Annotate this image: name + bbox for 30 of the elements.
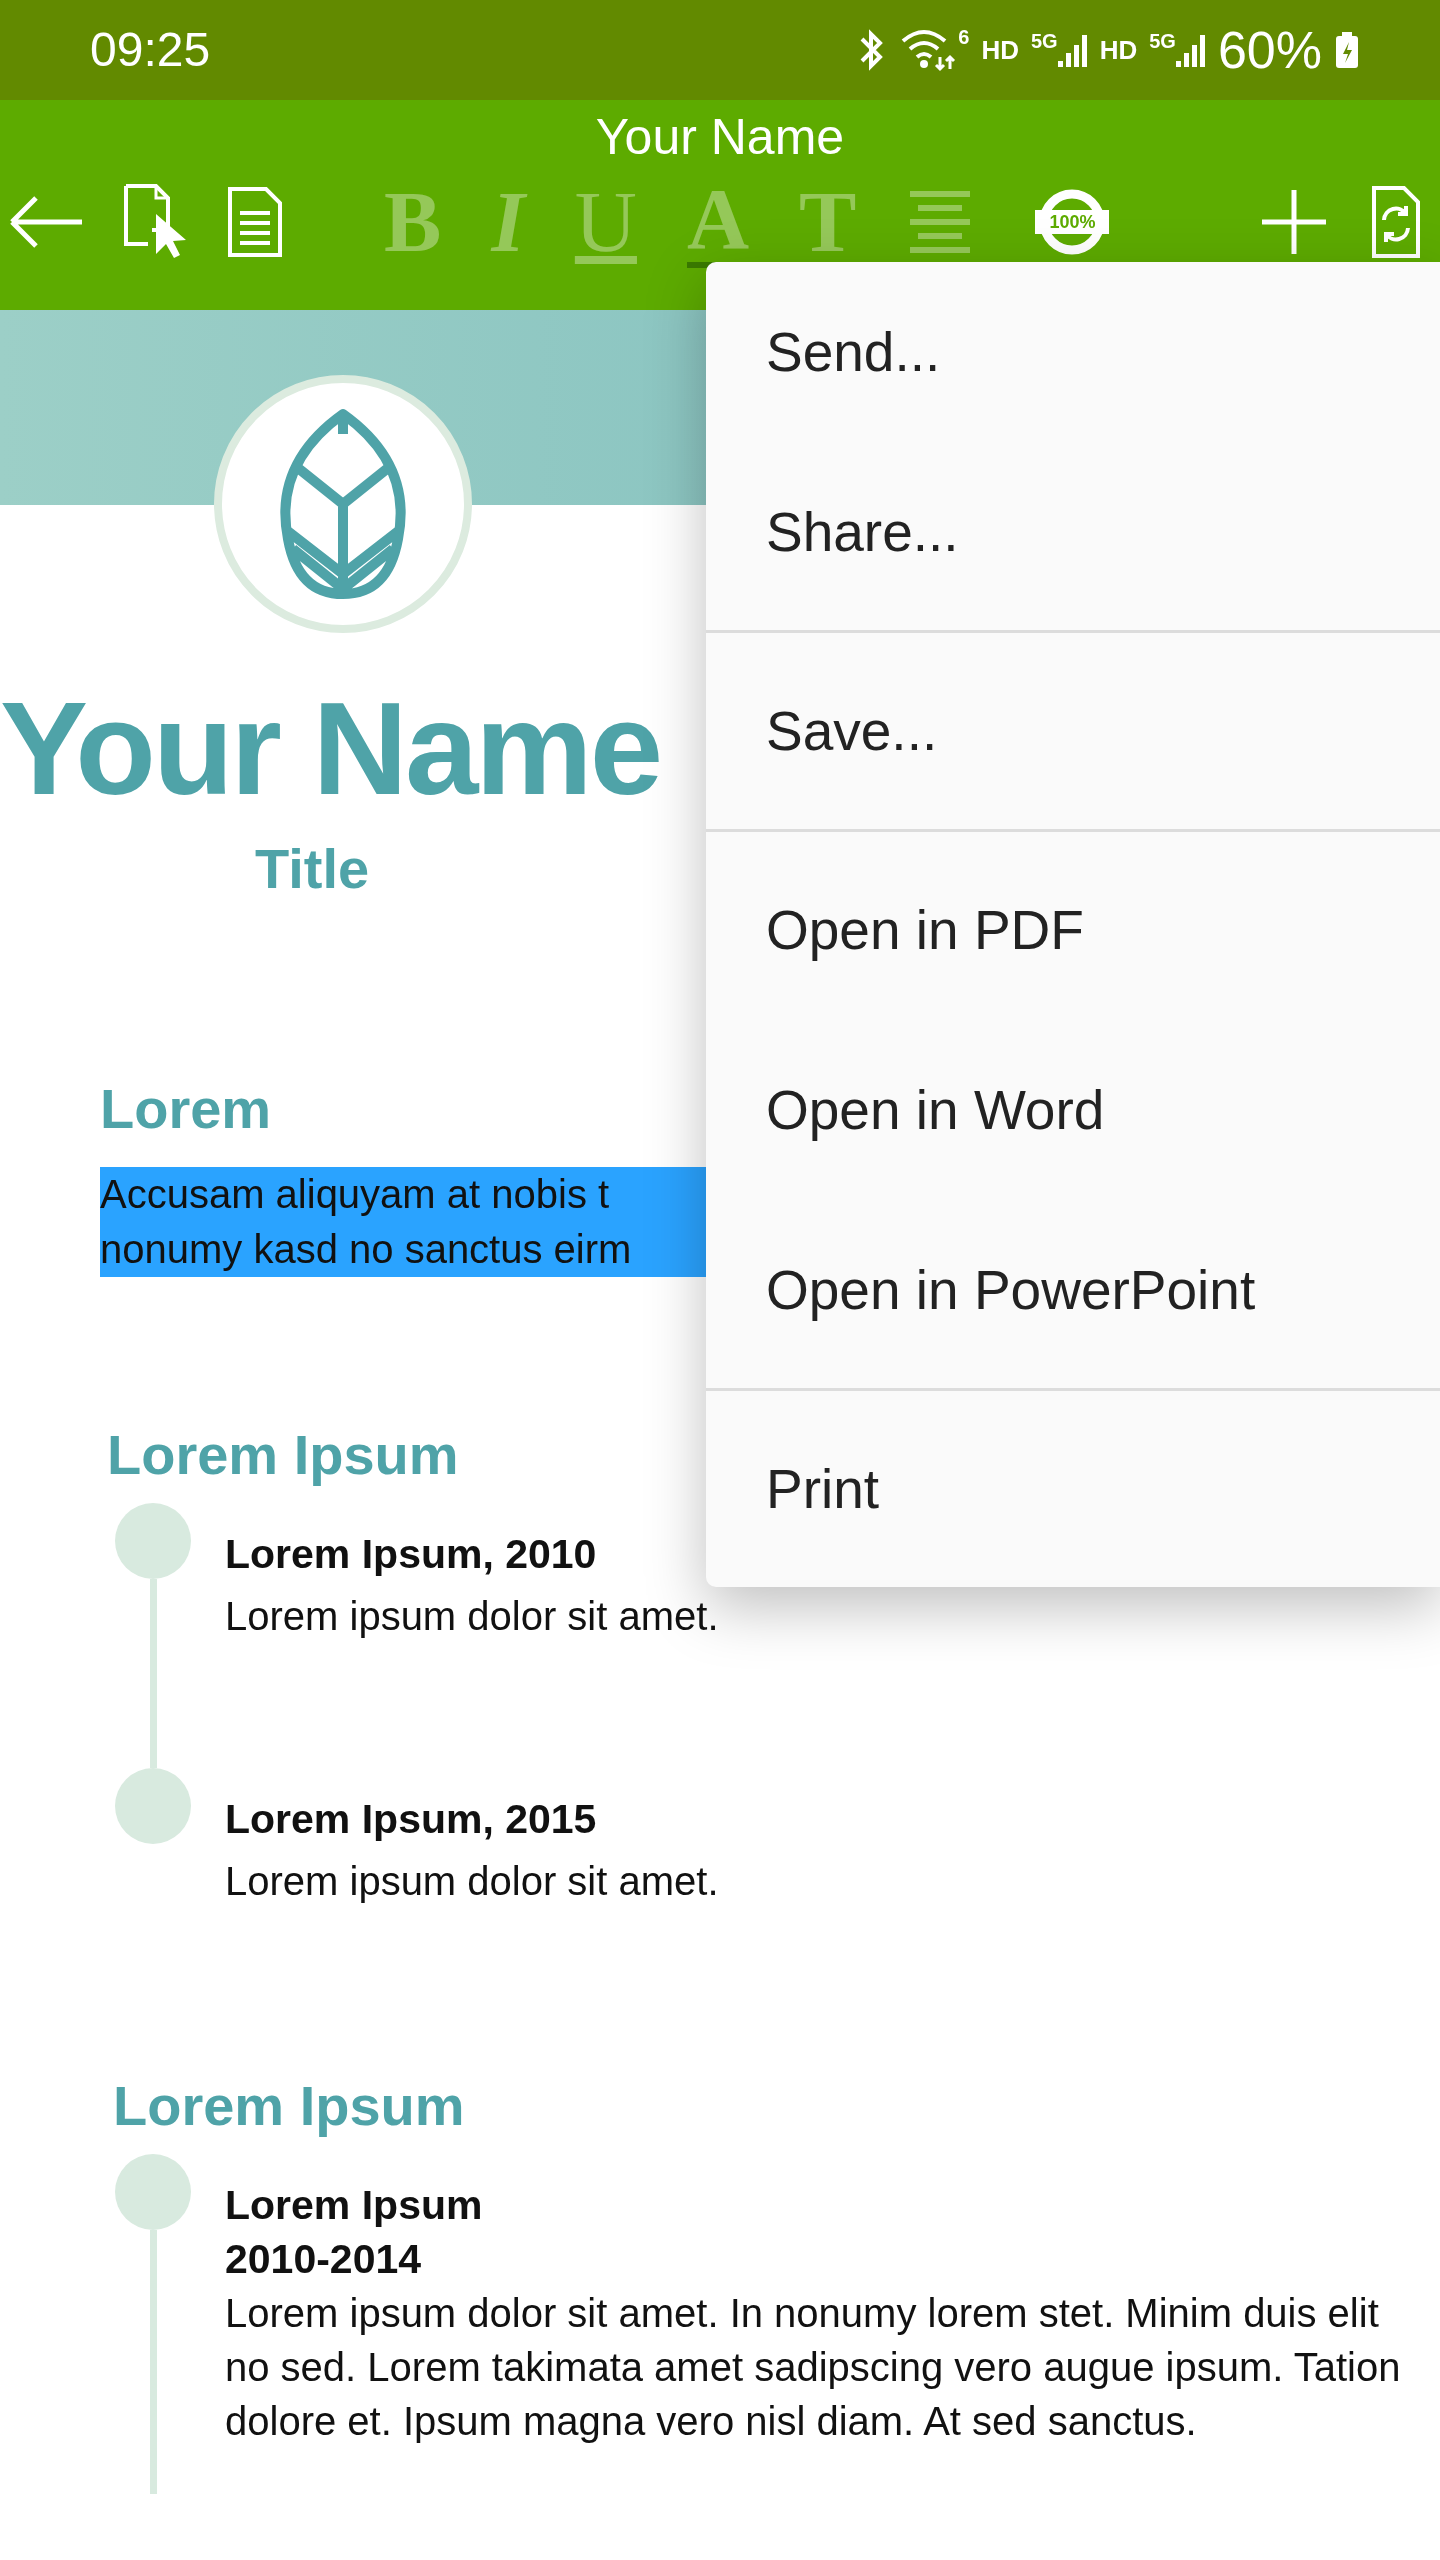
refresh-document-icon[interactable] [1370,184,1422,260]
section-heading: Lorem [100,1081,272,1137]
document-title: Your Name [594,108,846,162]
network-label: HD [1099,33,1138,67]
menu-item[interactable]: Share... [706,442,1440,622]
entry-dates: 2010-2014 [225,2235,423,2284]
wifi-label: 6 [958,27,970,47]
network-band-label: 5G [1149,31,1176,51]
menu-item[interactable]: Save... [706,641,1440,821]
entry-text: Lorem ipsum dolor sit amet. In nonumy lorem stet. Minim duis elit no sed. Lorem takimata amet sadipscing vero augue ipsum. Tation dolore et. Ipsum magna vero nisl diam. At sed sanctus. [225,2290,1402,2445]
entry-title: Lorem Ipsum [225,2181,484,2230]
entry-text: Lorem ipsum dolor sit amet. [225,1593,719,1640]
selected-text: nonumy kasd no sanctus eirm [100,1222,706,1277]
entry-title: Lorem Ipsum, 2015 [225,1795,598,1844]
resume-title: Title [255,836,371,902]
network-label: HD [981,33,1019,67]
entry-text: Lorem ipsum dolor sit amet. [225,1858,719,1905]
battery-icon [1334,30,1360,70]
menu-item[interactable]: Print [706,1399,1440,1579]
wifi-icon [900,27,957,73]
clock: 09:25 [90,22,211,78]
resume-name: Your Name [0,683,662,815]
menu-item[interactable]: Open in PDF [706,840,1440,1020]
document-icon[interactable] [226,185,284,259]
entry-title: Lorem Ipsum, 2010 [225,1530,598,1579]
menu-item[interactable]: Open in PowerPoint [706,1200,1440,1380]
menu-item[interactable]: Open in Word [706,1020,1440,1200]
selected-text: Accusam aliquyam at nobis t [100,1167,706,1222]
battery-percent: 60% [1217,20,1322,81]
network-band-label: 5G [1031,31,1058,51]
